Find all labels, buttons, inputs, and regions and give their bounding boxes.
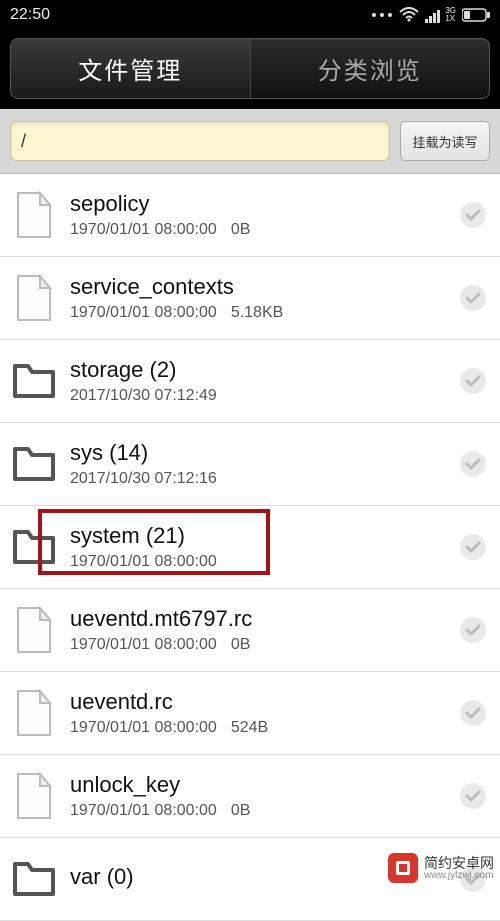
list-item[interactable]: service_contexts 1970/01/01 08:00:00 5.18K… bbox=[0, 257, 500, 340]
item-info: sys (14) 2017/10/30 07:12:16 bbox=[70, 440, 444, 488]
tab-file-manager[interactable]: 文件管理 bbox=[11, 39, 250, 98]
item-size: 0B bbox=[231, 221, 251, 238]
item-info: sepolicy 1970/01/01 08:00:00 0B bbox=[70, 191, 444, 239]
item-meta: 1970/01/01 08:00:00 524B bbox=[70, 719, 444, 737]
path-input[interactable] bbox=[10, 121, 390, 161]
item-date: 1970/01/01 08:00:00 bbox=[70, 719, 217, 736]
folder-icon bbox=[12, 855, 56, 903]
item-meta: 1970/01/01 08:00:00 0B bbox=[70, 802, 444, 820]
item-name: system (21) bbox=[70, 523, 444, 549]
item-date: 2017/10/30 07:12:16 bbox=[70, 470, 217, 487]
wifi-icon bbox=[399, 7, 419, 23]
file-icon bbox=[12, 689, 56, 737]
item-count: (2) bbox=[150, 357, 177, 382]
item-name: storage (2) bbox=[70, 357, 444, 383]
tab-bar: 文件管理 分类浏览 bbox=[0, 30, 500, 109]
file-icon bbox=[12, 274, 56, 322]
folder-icon bbox=[12, 523, 56, 571]
list-item[interactable]: unlock_key 1970/01/01 08:00:00 0B bbox=[0, 755, 500, 838]
item-name: unlock_key bbox=[70, 772, 444, 798]
list-item[interactable]: sys (14) 2017/10/30 07:12:16 bbox=[0, 423, 500, 506]
tab-category-browse[interactable]: 分类浏览 bbox=[250, 39, 490, 98]
select-check-icon[interactable] bbox=[458, 366, 488, 396]
item-info: service_contexts 1970/01/01 08:00:00 5.18K… bbox=[70, 274, 444, 322]
file-list[interactable]: sepolicy 1970/01/01 08:00:00 0B service_con… bbox=[0, 174, 500, 921]
item-date: 1970/01/01 08:00:00 bbox=[70, 636, 217, 653]
select-check-icon[interactable] bbox=[458, 449, 488, 479]
item-meta: 2017/10/30 07:12:16 bbox=[70, 470, 444, 488]
item-name: sepolicy bbox=[70, 191, 444, 217]
more-icon bbox=[371, 12, 393, 18]
item-info: ueventd.rc 1970/01/01 08:00:00 524B bbox=[70, 689, 444, 737]
file-icon bbox=[12, 606, 56, 654]
file-icon bbox=[12, 772, 56, 820]
item-date: 2017/10/30 07:12:49 bbox=[70, 387, 217, 404]
list-item[interactable]: sepolicy 1970/01/01 08:00:00 0B bbox=[0, 174, 500, 257]
item-date: 1970/01/01 08:00:00 bbox=[70, 553, 217, 570]
select-check-icon[interactable] bbox=[458, 615, 488, 645]
item-meta: 1970/01/01 08:00:00 bbox=[70, 553, 444, 571]
folder-icon bbox=[12, 440, 56, 488]
path-row: 挂载为读写 bbox=[0, 109, 500, 174]
select-check-icon[interactable] bbox=[458, 532, 488, 562]
file-icon bbox=[12, 191, 56, 239]
status-bar: 22:50 3G1X bbox=[0, 0, 500, 30]
item-size: 524B bbox=[231, 719, 268, 736]
watermark-badge-icon bbox=[388, 853, 418, 883]
watermark-url: www.jylzwj.com bbox=[424, 870, 494, 881]
item-meta: 2017/10/30 07:12:49 bbox=[70, 387, 444, 405]
select-check-icon[interactable] bbox=[458, 698, 488, 728]
item-date: 1970/01/01 08:00:00 bbox=[70, 802, 217, 819]
list-item[interactable]: system (21) 1970/01/01 08:00:00 bbox=[0, 506, 500, 589]
item-info: storage (2) 2017/10/30 07:12:49 bbox=[70, 357, 444, 405]
item-name: ueventd.mt6797.rc bbox=[70, 606, 444, 632]
item-count: (21) bbox=[146, 523, 185, 548]
item-meta: 1970/01/01 08:00:00 0B bbox=[70, 221, 444, 239]
list-item[interactable]: ueventd.rc 1970/01/01 08:00:00 524B bbox=[0, 672, 500, 755]
status-icons: 3G1X bbox=[371, 7, 490, 23]
item-size: 5.18KB bbox=[231, 304, 283, 321]
mount-rw-button[interactable]: 挂载为读写 bbox=[400, 121, 490, 161]
item-name: sys (14) bbox=[70, 440, 444, 466]
item-meta: 1970/01/01 08:00:00 5.18KB bbox=[70, 304, 444, 322]
status-time: 22:50 bbox=[10, 6, 50, 24]
select-check-icon[interactable] bbox=[458, 200, 488, 230]
item-meta: 1970/01/01 08:00:00 0B bbox=[70, 636, 444, 654]
item-size: 0B bbox=[231, 802, 251, 819]
folder-icon bbox=[12, 357, 56, 405]
item-count: (14) bbox=[109, 440, 148, 465]
signal-label: 3G1X bbox=[445, 7, 456, 23]
item-name: ueventd.rc bbox=[70, 689, 444, 715]
item-info: unlock_key 1970/01/01 08:00:00 0B bbox=[70, 772, 444, 820]
list-item[interactable]: storage (2) 2017/10/30 07:12:49 bbox=[0, 340, 500, 423]
select-check-icon[interactable] bbox=[458, 283, 488, 313]
item-date: 1970/01/01 08:00:00 bbox=[70, 221, 217, 238]
battery-icon bbox=[462, 8, 490, 22]
item-name: service_contexts bbox=[70, 274, 444, 300]
select-check-icon[interactable] bbox=[458, 781, 488, 811]
item-size: 0B bbox=[231, 636, 251, 653]
item-info: ueventd.mt6797.rc 1970/01/01 08:00:00 0B bbox=[70, 606, 444, 654]
watermark: 简约安卓网 www.jylzwj.com bbox=[388, 853, 494, 883]
item-count: (0) bbox=[107, 864, 134, 889]
watermark-title: 简约安卓网 bbox=[424, 856, 494, 870]
item-date: 1970/01/01 08:00:00 bbox=[70, 304, 217, 321]
signal-icon: 3G1X bbox=[425, 7, 456, 23]
item-info: system (21) 1970/01/01 08:00:00 bbox=[70, 523, 444, 571]
list-item[interactable]: ueventd.mt6797.rc 1970/01/01 08:00:00 0B bbox=[0, 589, 500, 672]
